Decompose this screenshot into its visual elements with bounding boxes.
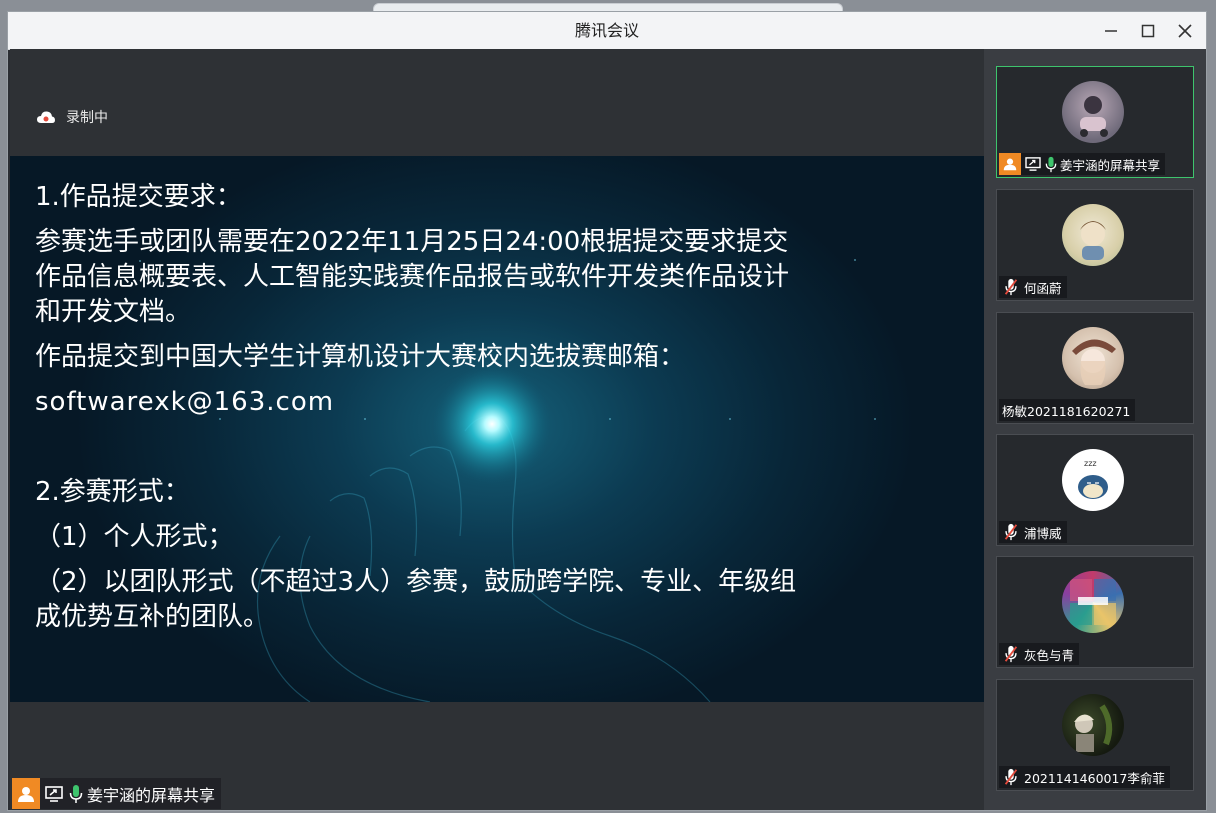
participant-name: 何函蔚 <box>1024 280 1062 296</box>
avatar <box>1062 204 1124 266</box>
participant-name: 2021141460017李俞菲 <box>1024 770 1165 786</box>
participant-tile[interactable]: 灰色与青 <box>996 556 1194 668</box>
slide-text-line: 作品信息概要表、人工智能实践赛作品报告或软件开发类作品设计 <box>35 262 790 292</box>
screen-share-icon <box>45 785 63 802</box>
avatar <box>1062 571 1124 633</box>
slide-heading-format: 2.参赛形式： <box>35 477 190 507</box>
recording-indicator: 录制中 <box>36 107 108 127</box>
participant-name-bar: 何函蔚 <box>999 276 1067 298</box>
person-icon <box>999 153 1021 175</box>
slide-text-line: （1）个人形式； <box>35 522 234 552</box>
participant-name: 杨敏2021181620271 <box>1002 403 1131 419</box>
participant-sidebar: 姜宇涵的屏幕共享 何函蔚 杨敏2021181620271 zzz 浦博威 灰色与… <box>984 49 1206 810</box>
minimize-button[interactable] <box>1096 16 1126 46</box>
slide-text-line: 作品提交到中国大学生计算机设计大赛校内选拔赛邮箱： <box>35 342 686 372</box>
screen-share-label: 姜宇涵的屏幕共享 <box>12 778 222 809</box>
slide-text-line: 和开发文档。 <box>35 297 192 327</box>
participant-name-bar: 姜宇涵的屏幕共享 <box>999 153 1166 175</box>
participant-tile[interactable]: 何函蔚 <box>996 189 1194 301</box>
slide-text-line: 参赛选手或团队需要在2022年11月25日24:00根据提交要求提交 <box>35 227 789 257</box>
participant-name-bar: 灰色与青 <box>999 643 1080 665</box>
shared-screen-area[interactable]: 录制中 1.作品提交要求： 参赛选手或团队需要在2022年11月25日24:00… <box>10 49 984 810</box>
muted-microphone-icon <box>1004 645 1018 663</box>
muted-microphone-icon <box>1004 768 1018 786</box>
participant-tile[interactable]: 姜宇涵的屏幕共享 <box>996 66 1194 178</box>
cloud-recording-icon <box>37 111 55 123</box>
screen-share-owner-label: 姜宇涵的屏幕共享 <box>87 785 216 805</box>
slide-heading-requirements: 1.作品提交要求： <box>35 182 242 212</box>
close-button[interactable] <box>1170 16 1200 46</box>
slide-text-line: （2）以团队形式（不超过3人）参赛，鼓励跨学院、专业、年级组 <box>35 567 797 597</box>
participant-name: 浦博威 <box>1024 525 1062 541</box>
microphone-icon <box>1045 156 1057 173</box>
presentation-slide: 1.作品提交要求： 参赛选手或团队需要在2022年11月25日24:00根据提交… <box>10 156 984 702</box>
muted-microphone-icon <box>1004 278 1018 296</box>
microphone-icon <box>69 784 83 804</box>
participant-name: 姜宇涵的屏幕共享 <box>1060 157 1161 173</box>
slide-email: softwarexk@163.com <box>35 387 335 417</box>
participant-name-bar: 浦博威 <box>999 521 1067 543</box>
title-bar: 腾讯会议 <box>8 12 1206 50</box>
slide-text-line: 成优势互补的团队。 <box>35 602 270 632</box>
minimize-icon <box>1105 30 1117 32</box>
participant-name: 灰色与青 <box>1024 647 1075 663</box>
avatar: zzz <box>1062 449 1124 511</box>
muted-microphone-icon <box>1004 523 1018 541</box>
avatar <box>1062 327 1124 389</box>
screen-share-icon <box>1025 157 1041 171</box>
close-icon <box>1178 24 1192 38</box>
meeting-window: 腾讯会议 录制中 1.作品提交要求： 参赛选手或团队需要在2022年11月25日… <box>8 12 1206 810</box>
person-icon <box>12 778 40 809</box>
window-title: 腾讯会议 <box>574 21 639 40</box>
participant-tile[interactable]: 2021141460017李俞菲 <box>996 679 1194 791</box>
participant-name-bar: 2021141460017李俞菲 <box>999 766 1170 788</box>
maximize-button[interactable] <box>1133 16 1163 46</box>
participant-tile[interactable]: 杨敏2021181620271 <box>996 312 1194 424</box>
avatar <box>1062 81 1124 143</box>
participant-name-bar: 杨敏2021181620271 <box>999 399 1136 421</box>
maximize-icon <box>1141 24 1155 38</box>
svg-text:zzz: zzz <box>1084 459 1097 468</box>
avatar <box>1062 694 1124 756</box>
participant-tile[interactable]: zzz 浦博威 <box>996 434 1194 546</box>
recording-label: 录制中 <box>66 110 108 126</box>
